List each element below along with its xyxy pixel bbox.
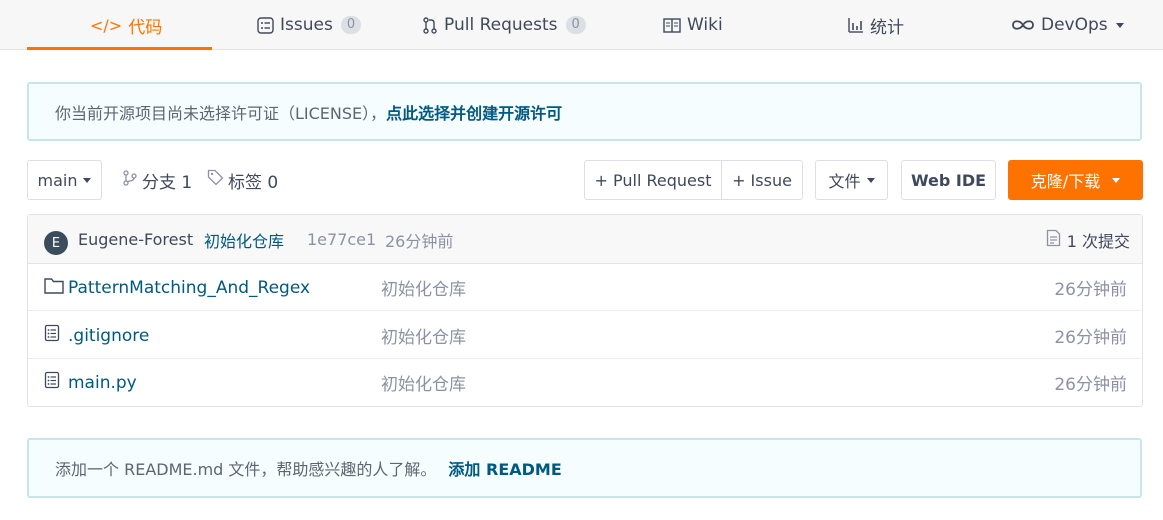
pull-request-icon [422,16,438,34]
file-menu-label: 文件 [828,172,861,191]
file-commit-message[interactable]: 初始化仓库 [381,359,466,406]
new-pull-request-button[interactable]: + Pull Request [584,160,722,200]
table-row: .gitignore 初始化仓库 26分钟前 [28,312,1142,359]
commit-count-link[interactable]: 1 次提交 [1046,215,1130,264]
tab-stats-label: 统计 [870,17,904,38]
branches-label: 分支 1 [142,172,193,193]
license-notice: 你当前开源项目尚未选择许可证（LICENSE）， 点此选择并创建开源许可 [27,82,1142,141]
file-commit-message[interactable]: 初始化仓库 [381,312,466,359]
tags-link[interactable]: 标签 0 [207,160,278,200]
tab-wiki-label: Wiki [687,15,723,35]
web-ide-button[interactable]: Web IDE [901,160,996,200]
tab-issues-label: Issues [280,15,333,35]
clone-download-label: 克隆/下载 [1030,172,1101,191]
infinity-icon [1011,19,1035,31]
tag-icon [207,169,224,191]
tab-wiki[interactable]: Wiki [663,0,723,50]
file-commit-message[interactable]: 初始化仓库 [381,264,466,311]
chevron-down-icon [866,177,875,183]
file-icon [44,371,60,394]
issues-count-badge: 0 [340,16,362,34]
tab-code[interactable]: </> 代码 [90,0,162,50]
file-commit-time: 26分钟前 [1054,280,1127,300]
commit-message[interactable]: 初始化仓库 [204,215,284,264]
file-commit-time: 26分钟前 [1054,328,1127,348]
tab-code-label: 代码 [128,17,163,38]
branch-selector[interactable]: main [27,160,102,200]
commit-author[interactable]: Eugene-Forest [78,215,193,264]
new-issue-label: + Issue [732,170,792,190]
latest-commit-row: E Eugene-Forest 初始化仓库 1e77ce1 26分钟前 1 次提… [28,215,1142,264]
web-ide-label: Web IDE [910,170,987,190]
table-row: main.py 初始化仓库 26分钟前 [28,359,1142,406]
folder-icon [44,277,64,299]
license-notice-text: 你当前开源项目尚未选择许可证（LICENSE）， [55,103,387,123]
file-name-link[interactable]: PatternMatching_And_Regex [68,278,310,298]
file-commit-time: 26分钟前 [1054,375,1127,395]
file-table: E Eugene-Forest 初始化仓库 1e77ce1 26分钟前 1 次提… [27,214,1143,407]
file-name-cell: main.py [44,359,137,406]
readme-notice: 添加一个 README.md 文件，帮助感兴趣的人了解。 添加 README [27,438,1142,498]
tab-pull-requests[interactable]: Pull Requests 0 [422,0,586,50]
branch-selector-label: main [37,170,78,190]
tab-pull-requests-label: Pull Requests [444,15,558,35]
active-tab-indicator [27,47,212,50]
branches-link[interactable]: 分支 1 [122,160,192,200]
file-name-link[interactable]: .gitignore [68,326,149,346]
chevron-down-icon [1112,177,1121,183]
commit-sha[interactable]: 1e77ce1 [307,215,376,264]
code-icon: </> [90,15,123,35]
file-icon [44,324,60,347]
create-license-link[interactable]: 点此选择并创建开源许可 [386,100,562,124]
commit-count-label: 1 次提交 [1066,231,1130,251]
new-issue-button[interactable]: + Issue [721,160,803,200]
issues-icon [257,16,274,34]
tab-devops[interactable]: DevOps [1011,0,1124,50]
tab-stats[interactable]: 统计 [848,0,904,50]
clone-download-button[interactable]: 克隆/下载 [1008,160,1143,200]
repo-tab-bar: </> 代码 Issues 0 Pull Requests 0 Wiki 统计 … [0,0,1163,50]
commit-time: 26分钟前 [385,231,454,251]
book-icon [663,17,681,33]
bar-chart-icon [848,17,864,33]
pull-requests-count-badge: 0 [565,16,586,34]
branch-icon [122,169,138,191]
table-row: PatternMatching_And_Regex 初始化仓库 26分钟前 [28,264,1142,311]
new-pull-request-label: + Pull Request [594,170,712,190]
file-name-cell: .gitignore [44,312,149,359]
add-readme-link[interactable]: 添加 README [448,456,561,480]
tab-issues[interactable]: Issues 0 [257,0,362,50]
file-name-cell: PatternMatching_And_Regex [44,264,310,311]
chevron-down-icon [1115,22,1124,28]
file-menu-button[interactable]: 文件 [815,160,888,200]
chevron-down-icon [83,177,92,183]
readme-notice-text: 添加一个 README.md 文件，帮助感兴趣的人了解。 [55,460,437,479]
tags-label: 标签 0 [228,172,279,193]
file-name-link[interactable]: main.py [68,373,137,393]
tab-devops-label: DevOps [1041,15,1108,35]
avatar[interactable]: E [44,231,68,255]
commit-history-icon [1046,229,1061,251]
